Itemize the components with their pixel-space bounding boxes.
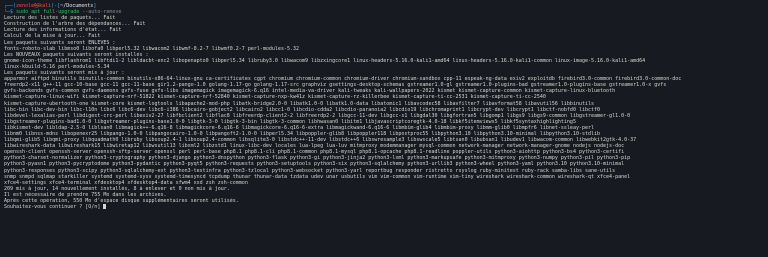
prompt-sep: )-[ xyxy=(51,3,61,9)
command-arg: --auto-remove xyxy=(79,9,122,16)
prompt-close: ] xyxy=(93,3,97,9)
prompt-path: ~/Documents xyxy=(60,3,94,9)
prompt-open: ┌──( xyxy=(4,3,17,9)
terminal-output: Lecture des listes de paquets... Fait Con… xyxy=(4,15,764,210)
output-line: Souhaitez-vous continuer ? [O/n] xyxy=(4,204,764,210)
text-cursor xyxy=(103,204,107,210)
terminal-window[interactable]: ┌──(zenole㉿kali)-[~/Documents] └─$ sudo … xyxy=(0,0,768,257)
prompt-arrow: └─$ xyxy=(4,9,17,16)
command-text: sudo apt full-upgrade xyxy=(16,9,80,16)
prompt-user: zenole㉿kali xyxy=(16,3,52,9)
